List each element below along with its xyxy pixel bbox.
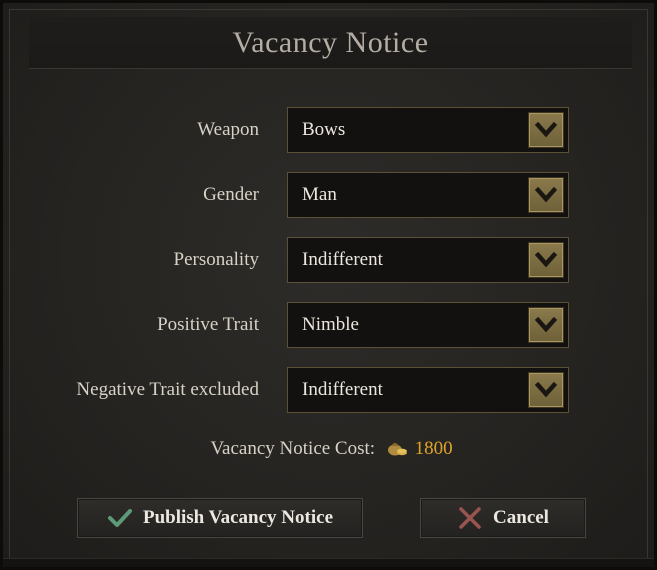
gender-dropdown-button[interactable] — [528, 177, 564, 213]
chevron-down-icon — [534, 121, 558, 138]
weapon-select[interactable]: Bows — [287, 107, 569, 153]
weapon-value: Bows — [302, 119, 346, 140]
field-row-gender: Gender Man — [3, 172, 657, 218]
gender-label: Gender — [203, 184, 259, 205]
coin-pouch-icon — [387, 443, 407, 456]
dialog-title: Vacancy Notice — [232, 26, 429, 59]
gender-select[interactable]: Man — [287, 172, 569, 218]
field-row-weapon: Weapon Bows — [3, 107, 657, 153]
chevron-down-icon — [534, 251, 558, 268]
chevron-down-icon — [534, 186, 558, 203]
publish-vacancy-notice-button[interactable]: Publish Vacancy Notice — [77, 498, 363, 538]
cancel-button-label: Cancel — [493, 507, 549, 528]
field-row-personality: Personality Indifferent — [3, 237, 657, 283]
positive-trait-dropdown-button[interactable] — [528, 307, 564, 343]
personality-value: Indifferent — [302, 249, 383, 270]
title-bar: Vacancy Notice — [29, 17, 632, 69]
field-row-negative-trait: Negative Trait excluded Indifferent — [3, 367, 657, 413]
x-cross-icon — [459, 507, 481, 529]
personality-label: Personality — [173, 249, 260, 270]
negative-trait-value: Indifferent — [302, 379, 383, 400]
personality-dropdown-button[interactable] — [528, 242, 564, 278]
weapon-dropdown-button[interactable] — [528, 112, 564, 148]
cancel-button[interactable]: Cancel — [420, 498, 586, 538]
vacancy-notice-dialog: Vacancy Notice Weapon Bows Gender Man Pe — [0, 0, 657, 570]
cost-label: Vacancy Notice Cost: — [210, 438, 376, 459]
gender-value: Man — [302, 184, 337, 205]
cost-value: 1800 — [414, 438, 453, 459]
chevron-down-icon — [534, 316, 558, 333]
negative-trait-dropdown-button[interactable] — [528, 372, 564, 408]
positive-trait-select[interactable]: Nimble — [287, 302, 569, 348]
personality-select[interactable]: Indifferent — [287, 237, 569, 283]
field-row-positive-trait: Positive Trait Nimble — [3, 302, 657, 348]
chevron-down-icon — [534, 381, 558, 398]
weapon-label: Weapon — [197, 119, 259, 140]
publish-button-label: Publish Vacancy Notice — [142, 507, 334, 528]
negative-trait-select[interactable]: Indifferent — [287, 367, 569, 413]
checkmark-icon — [107, 509, 132, 527]
vacancy-cost-line: Vacancy Notice Cost: 1800 — [3, 437, 657, 460]
positive-trait-value: Nimble — [302, 314, 359, 335]
positive-trait-label: Positive Trait — [157, 314, 259, 335]
negative-trait-label: Negative Trait excluded — [76, 379, 259, 400]
